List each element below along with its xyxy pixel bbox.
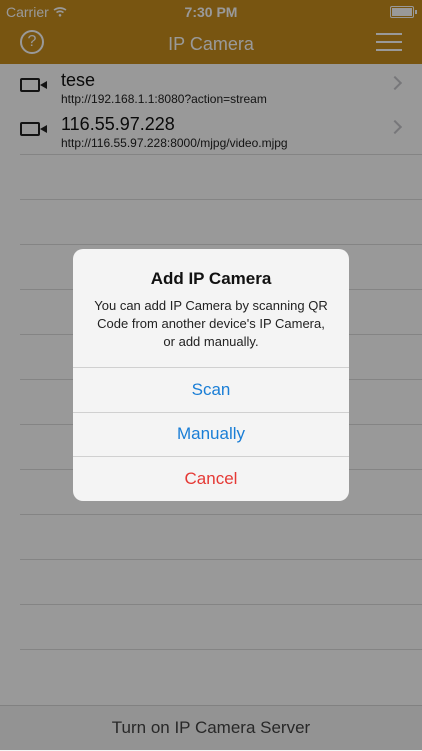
- add-camera-alert: Add IP Camera You can add IP Camera by s…: [73, 249, 349, 501]
- cancel-button[interactable]: Cancel: [73, 457, 349, 501]
- alert-title: Add IP Camera: [150, 269, 272, 288]
- manually-button[interactable]: Manually: [73, 412, 349, 456]
- scan-button[interactable]: Scan: [73, 368, 349, 412]
- alert-message: You can add IP Camera by scanning QR Cod…: [94, 298, 328, 349]
